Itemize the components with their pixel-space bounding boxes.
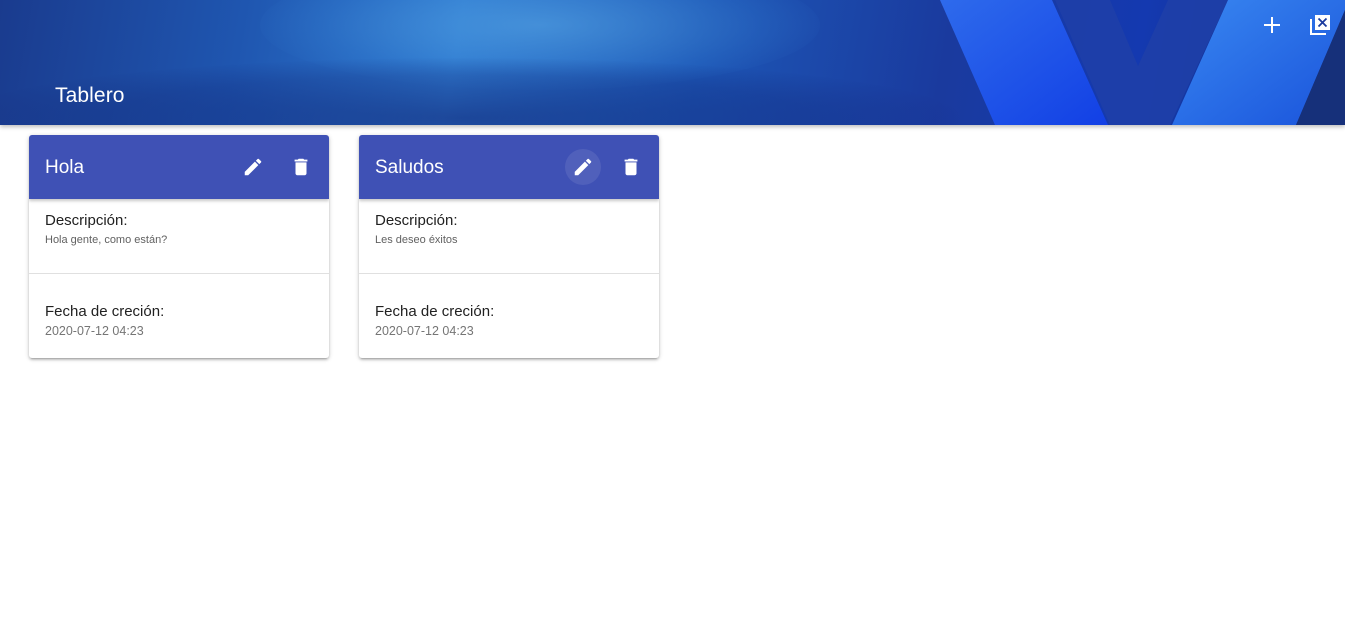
delete-button[interactable] xyxy=(613,149,649,185)
description-label: Descripción: xyxy=(45,212,128,229)
description-section: Descripción: Les deseo éxitos xyxy=(359,199,659,274)
close-all-button[interactable] xyxy=(1305,10,1335,40)
description-text: Hola gente, como están? xyxy=(45,234,168,246)
date-value: 2020-07-12 04:23 xyxy=(45,324,144,338)
close-all-icon xyxy=(1310,15,1330,35)
card-header: Hola xyxy=(29,135,329,199)
description-label: Descripción: xyxy=(375,212,458,229)
edit-button[interactable] xyxy=(565,149,601,185)
pencil-icon xyxy=(244,158,262,176)
page-title: Tablero xyxy=(55,84,125,107)
note-card: Saludos Descripción: Les deseo éxitos Fe… xyxy=(359,135,659,358)
banner-logo-shapes xyxy=(940,0,1345,125)
app-root: Tablero Hola Descripción: Hola gente, co… xyxy=(0,0,1345,643)
card-title: Saludos xyxy=(375,157,444,178)
date-section: Fecha de creción: 2020-07-12 04:23 xyxy=(29,274,329,358)
pencil-icon xyxy=(574,158,592,176)
date-label: Fecha de creción: xyxy=(375,303,495,320)
delete-button[interactable] xyxy=(283,149,319,185)
description-section: Descripción: Hola gente, como están? xyxy=(29,199,329,274)
date-label: Fecha de creción: xyxy=(45,303,165,320)
card-title: Hola xyxy=(45,157,85,178)
add-button[interactable] xyxy=(1257,10,1287,40)
plus-icon xyxy=(1264,17,1280,33)
trash-icon xyxy=(294,158,308,176)
date-section: Fecha de creción: 2020-07-12 04:23 xyxy=(359,274,659,358)
description-text: Les deseo éxitos xyxy=(375,234,458,246)
edit-button[interactable] xyxy=(235,149,271,185)
note-card: Hola Descripción: Hola gente, como están… xyxy=(29,135,329,358)
trash-icon xyxy=(624,158,638,176)
date-value: 2020-07-12 04:23 xyxy=(375,324,474,338)
card-header: Saludos xyxy=(359,135,659,199)
header-banner: Tablero xyxy=(0,0,1345,125)
